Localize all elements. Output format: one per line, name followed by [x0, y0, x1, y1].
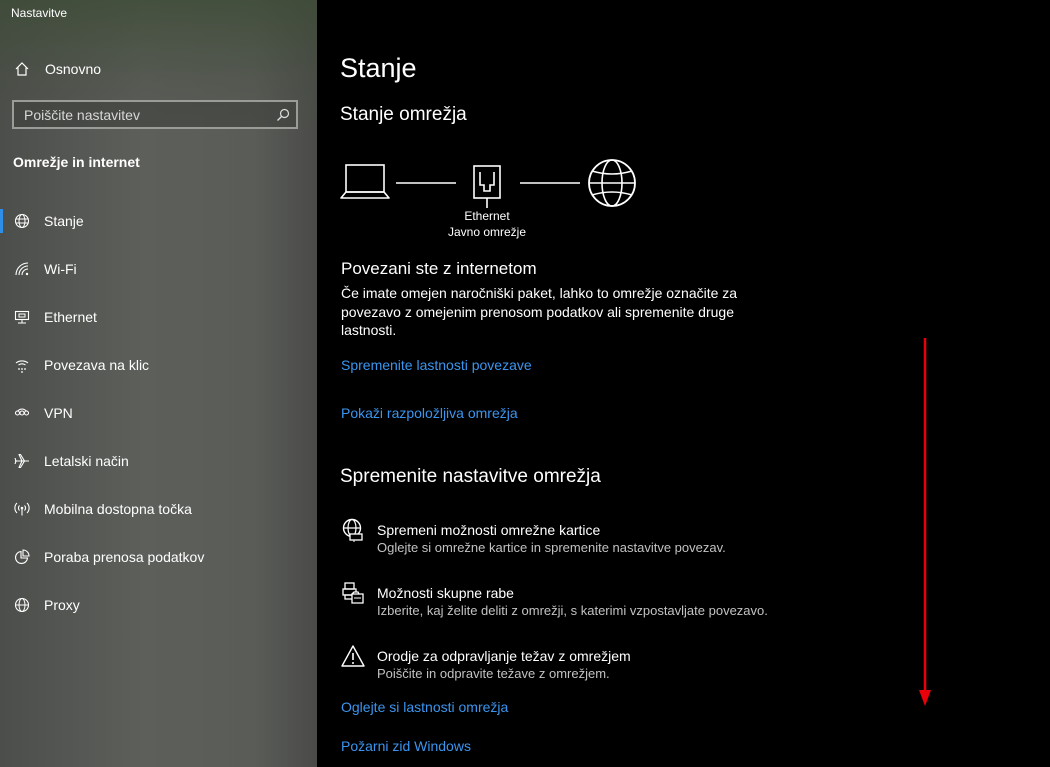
connected-title: Povezani ste z internetom	[341, 259, 537, 278]
sidebar-item-ethernet[interactable]: Ethernet	[0, 293, 317, 341]
app-title: Nastavitve	[11, 6, 68, 20]
show-available-networks-link[interactable]: Pokaži razpoložljiva omrežja	[341, 405, 518, 421]
sidebar-item-hotspot[interactable]: Mobilna dostopna točka	[0, 485, 317, 533]
home-icon	[13, 60, 31, 78]
sidebar-item-label: Povezava na klic	[44, 357, 150, 373]
adapter-options-icon	[340, 518, 366, 544]
sidebar-item-wifi[interactable]: Wi-Fi	[0, 245, 317, 293]
adapter-name: Ethernet	[464, 209, 510, 223]
search-icon[interactable]	[270, 108, 296, 122]
sidebar-nav: Stanje Wi-Fi Ethernet Povezava na klic V…	[0, 197, 317, 629]
home-button[interactable]: Osnovno	[0, 52, 317, 86]
globe-icon	[12, 595, 32, 615]
home-label: Osnovno	[45, 61, 102, 77]
change-settings-title: Spremenite nastavitve omrežja	[340, 466, 601, 487]
option-description: Oglejte si omrežne kartice in spremenite…	[377, 540, 726, 555]
search-input[interactable]	[14, 105, 270, 124]
page-title: Stanje	[340, 53, 417, 83]
hotspot-icon	[12, 499, 32, 519]
down-arrow-annotation	[919, 338, 931, 706]
search-box[interactable]	[12, 100, 298, 129]
wifi-icon	[12, 259, 32, 279]
globe-network-icon	[12, 211, 32, 231]
change-connection-properties-link[interactable]: Spremenite lastnosti povezave	[341, 357, 532, 373]
sharing-options-item[interactable]: Možnosti skupne rabe Izberite, kaj želit…	[340, 581, 800, 620]
option-title: Možnosti skupne rabe	[377, 585, 514, 601]
sharing-options-icon	[340, 581, 366, 607]
dialup-icon	[12, 355, 32, 375]
view-network-properties-link[interactable]: Oglejte si lastnosti omrežja	[341, 699, 508, 715]
sidebar-item-label: Ethernet	[44, 309, 97, 325]
option-title: Orodje za odpravljanje težav z omrežjem	[377, 648, 631, 664]
option-title: Spremeni možnosti omrežne kartice	[377, 522, 601, 538]
main-content: Stanje Stanje omrežja Ethernet Javno omr…	[317, 0, 1050, 767]
ethernet-icon	[12, 307, 32, 327]
sidebar-item-label: VPN	[44, 405, 73, 421]
sidebar-item-label: Stanje	[44, 213, 84, 229]
network-status-title: Stanje omrežja	[340, 104, 467, 125]
sidebar-item-label: Letalski način	[44, 453, 129, 469]
airplane-icon	[12, 451, 32, 471]
section-title: Omrežje in internet	[13, 154, 140, 170]
sidebar-item-vpn[interactable]: VPN	[0, 389, 317, 437]
network-label: Ethernet Javno omrežje	[437, 208, 537, 240]
network-troubleshooter-item[interactable]: Orodje za odpravljanje težav z omrežjem …	[340, 644, 800, 683]
vpn-icon	[12, 403, 32, 423]
sidebar-item-airplane[interactable]: Letalski način	[0, 437, 317, 485]
internet-globe-icon	[588, 159, 636, 207]
option-description: Poiščite in odpravite težave z omrežjem.	[377, 666, 610, 681]
connected-description: Če imate omejen naročniški paket, lahko …	[341, 285, 738, 338]
sidebar-item-proxy[interactable]: Proxy	[0, 581, 317, 629]
sidebar-item-data-usage[interactable]: Poraba prenosa podatkov	[0, 533, 317, 581]
sidebar-item-label: Wi-Fi	[44, 261, 77, 277]
sidebar-item-label: Proxy	[44, 597, 80, 613]
sidebar-item-dialup[interactable]: Povezava na klic	[0, 341, 317, 389]
warning-icon	[340, 644, 366, 670]
option-description: Izberite, kaj želite deliti z omrežji, s…	[377, 603, 768, 618]
network-type: Javno omrežje	[447, 225, 527, 239]
laptop-icon	[340, 164, 390, 199]
sidebar: Nastavitve Osnovno Omrežje in internet S…	[0, 0, 317, 767]
sidebar-item-stanje[interactable]: Stanje	[0, 197, 317, 245]
sidebar-item-label: Poraba prenosa podatkov	[44, 549, 205, 565]
windows-firewall-link[interactable]: Požarni zid Windows	[341, 738, 471, 754]
adapter-options-item[interactable]: Spremeni možnosti omrežne kartice Oglejt…	[340, 518, 800, 557]
ethernet-port-icon	[473, 165, 501, 208]
sidebar-item-label: Mobilna dostopna točka	[44, 501, 192, 517]
data-usage-icon	[12, 547, 32, 567]
